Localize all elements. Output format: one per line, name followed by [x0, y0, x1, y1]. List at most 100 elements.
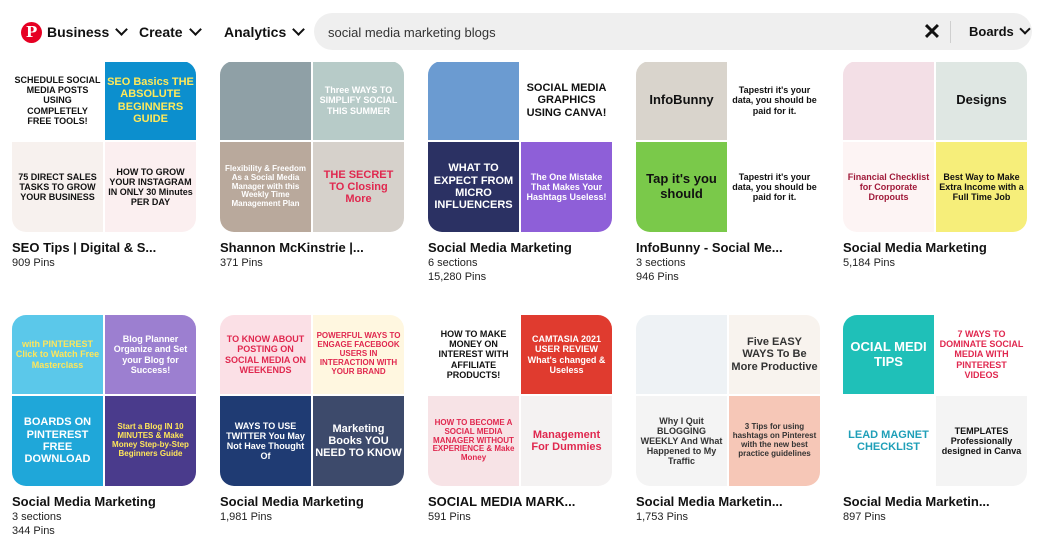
board-cover-pin-image: 3 Tips for using hashtags on Pinterest w…	[729, 396, 820, 486]
board-cover-pin-image: SOCIAL MEDIA GRAPHICS USING CANVA!	[521, 61, 612, 140]
boards-filter-label: Boards	[969, 24, 1014, 39]
board-pin-count: 344 Pins	[12, 525, 55, 537]
board-pin-count: 897 Pins	[843, 511, 886, 523]
analytics-menu-label: Analytics	[224, 24, 287, 40]
board-cover-pin-image: TO KNOW ABOUT POSTING ON SOCIAL MEDIA ON…	[220, 315, 311, 394]
board-cover-pin-image: HOW TO BECOME A SOCIAL MEDIA MANAGER WIT…	[428, 396, 519, 486]
pinterest-logo-icon[interactable]: P	[21, 22, 42, 43]
board-cover-pin-image: Start a Blog IN 10 MINUTES & Make Money …	[105, 396, 196, 486]
board-cover-pin-image: WHAT TO EXPECT FROM MICRO INFLUENCERS	[428, 142, 519, 232]
board-cover[interactable]: Five EASY WAYS To Be More Productive Why …	[636, 315, 820, 486]
board-pin-count: 946 Pins	[636, 271, 679, 283]
board-cover[interactable]: SCHEDULE SOCIAL MEDIA POSTS USING COMPLE…	[12, 61, 196, 232]
board-title[interactable]: Social Media Marketing	[220, 494, 404, 510]
board-cover[interactable]: HOW TO MAKE MONEY ON INTEREST WITH AFFIL…	[428, 315, 612, 486]
board-cover-pin-image: Flexibility & Freedom As a Social Media …	[220, 142, 311, 232]
board-title[interactable]: SOCIAL MEDIA MARK...	[428, 494, 612, 510]
board-section-count: 3 sections	[12, 511, 62, 523]
board-cover-pin-image: WAYS TO USE TWITTER You May Not Have Tho…	[220, 396, 311, 486]
create-menu-label: Create	[139, 24, 183, 40]
board-cover-pin-image: OCIAL MEDI TIPS	[843, 315, 934, 394]
board-cover-pin-image: Marketing Books YOU NEED TO KNOW	[313, 396, 404, 486]
board-title[interactable]: Social Media Marketin...	[636, 494, 820, 510]
board-cover[interactable]: InfoBunny Tapestri it's your data, you sh…	[636, 61, 820, 232]
board-cover[interactable]: Three WAYS TO SIMPLIFY SOCIAL THIS SUMME…	[220, 61, 404, 232]
board-title[interactable]: SEO Tips | Digital & S...	[12, 240, 196, 256]
board-cover-pin-image	[843, 61, 934, 140]
board-title[interactable]: Shannon McKinstrie |...	[220, 240, 404, 256]
board-cover-pin-image: Financial Checklist for Corporate Dropou…	[843, 142, 934, 232]
board-card[interactable]: Designs Financial Checklist for Corporate…	[843, 61, 1027, 270]
analytics-menu-button[interactable]: Analytics	[224, 22, 306, 42]
board-card[interactable]: Three WAYS TO SIMPLIFY SOCIAL THIS SUMME…	[220, 61, 404, 270]
board-cover-pin-image: HOW TO MAKE MONEY ON INTEREST WITH AFFIL…	[428, 315, 519, 394]
board-title[interactable]: Social Media Marketing	[843, 240, 1027, 256]
board-title[interactable]: Social Media Marketing	[12, 494, 196, 510]
board-cover[interactable]: TO KNOW ABOUT POSTING ON SOCIAL MEDIA ON…	[220, 315, 404, 486]
board-section-count: 3 sections	[636, 257, 686, 269]
board-card[interactable]: OCIAL MEDI TIPS 7 WAYS TO DOMINATE SOCIAL…	[843, 315, 1027, 524]
search-input[interactable]	[326, 21, 910, 43]
board-cover-pin-image: TEMPLATES Professionally designed in Can…	[936, 396, 1027, 486]
board-cover-pin-image: InfoBunny	[636, 61, 727, 140]
board-cover[interactable]: SOCIAL MEDIA GRAPHICS USING CANVA! WHAT T…	[428, 61, 612, 232]
top-navigation-bar: P Business Create Analytics ✕ Boards	[0, 0, 1037, 62]
board-card[interactable]: InfoBunny Tapestri it's your data, you sh…	[636, 61, 820, 284]
board-cover-pin-image	[428, 61, 519, 140]
board-pin-count: 15,280 Pins	[428, 271, 487, 283]
board-cover-pin-image: Blog Planner Organize and Set your Blog …	[105, 315, 196, 394]
board-pin-count: 909 Pins	[12, 257, 55, 269]
board-cover-pin-image	[636, 315, 727, 394]
board-cover-pin-image: Best Way to Make Extra Income with a Ful…	[936, 142, 1027, 232]
board-card[interactable]: SOCIAL MEDIA GRAPHICS USING CANVA! WHAT T…	[428, 61, 612, 284]
board-title[interactable]: Social Media Marketin...	[843, 494, 1027, 510]
board-pin-count: 1,981 Pins	[220, 511, 272, 523]
search-bar: ✕ Boards	[314, 13, 1032, 50]
chevron-down-icon	[1019, 23, 1031, 35]
board-cover-pin-image	[220, 61, 311, 140]
board-card[interactable]: HOW TO MAKE MONEY ON INTEREST WITH AFFIL…	[428, 315, 612, 524]
board-cover[interactable]: OCIAL MEDI TIPS 7 WAYS TO DOMINATE SOCIAL…	[843, 315, 1027, 486]
board-cover-pin-image: CAMTASIA 2021 USER REVIEW What's changed…	[521, 315, 612, 394]
search-divider	[950, 21, 951, 43]
board-section-count: 6 sections	[428, 257, 478, 269]
business-menu-button[interactable]: Business	[47, 22, 129, 42]
board-cover[interactable]: Designs Financial Checklist for Corporate…	[843, 61, 1027, 232]
board-cover-pin-image: THE SECRET TO Closing More	[313, 142, 404, 232]
board-cover-pin-image: 7 WAYS TO DOMINATE SOCIAL MEDIA WITH PIN…	[936, 315, 1027, 394]
board-cover-pin-image: Tapestri it's your data, you should be p…	[729, 142, 820, 232]
board-pin-count: 5,184 Pins	[843, 257, 895, 269]
chevron-down-icon	[115, 23, 129, 36]
boards-filter-dropdown[interactable]: Boards	[969, 22, 1031, 42]
board-cover-pin-image: Why I Quit BLOGGING WEEKLY And What Happ…	[636, 396, 727, 486]
board-cover-pin-image: 75 DIRECT SALES TASKS TO GROW YOUR BUSIN…	[12, 142, 103, 232]
clear-search-icon[interactable]: ✕	[920, 20, 944, 44]
board-cover-pin-image: Five EASY WAYS To Be More Productive	[729, 315, 820, 394]
board-cover-pin-image: Tapestri it's your data, you should be p…	[729, 61, 820, 140]
board-pin-count: 1,753 Pins	[636, 511, 688, 523]
board-pin-count: 591 Pins	[428, 511, 471, 523]
board-card[interactable]: with PINTEREST Click to Watch Free Maste…	[12, 315, 196, 538]
board-cover[interactable]: with PINTEREST Click to Watch Free Maste…	[12, 315, 196, 486]
board-card[interactable]: TO KNOW ABOUT POSTING ON SOCIAL MEDIA ON…	[220, 315, 404, 524]
board-cover-pin-image: Three WAYS TO SIMPLIFY SOCIAL THIS SUMME…	[313, 61, 404, 140]
board-pin-count: 371 Pins	[220, 257, 263, 269]
board-cover-pin-image: Tap it's you should	[636, 142, 727, 232]
business-menu-label: Business	[47, 24, 110, 40]
board-cover-pin-image: SEO Basics THE ABSOLUTE BEGINNERS GUIDE	[105, 61, 196, 140]
board-cover-pin-image: with PINTEREST Click to Watch Free Maste…	[12, 315, 103, 394]
board-title[interactable]: InfoBunny - Social Me...	[636, 240, 820, 256]
board-card[interactable]: SCHEDULE SOCIAL MEDIA POSTS USING COMPLE…	[12, 61, 196, 270]
board-card[interactable]: Five EASY WAYS To Be More Productive Why …	[636, 315, 820, 524]
board-cover-pin-image: Management For Dummies	[521, 396, 612, 486]
board-cover-pin-image: The One Mistake That Makes Your Hashtags…	[521, 142, 612, 232]
board-cover-pin-image: SCHEDULE SOCIAL MEDIA POSTS USING COMPLE…	[12, 61, 103, 140]
chevron-down-icon	[292, 23, 306, 36]
create-menu-button[interactable]: Create	[139, 22, 202, 42]
board-cover-pin-image: Designs	[936, 61, 1027, 140]
board-title[interactable]: Social Media Marketing	[428, 240, 612, 256]
board-cover-pin-image: HOW TO GROW YOUR INSTAGRAM IN ONLY 30 Mi…	[105, 142, 196, 232]
board-cover-pin-image: BOARDS ON PINTEREST FREE DOWNLOAD	[12, 396, 103, 486]
board-cover-pin-image: LEAD MAGNET CHECKLIST	[843, 396, 934, 486]
board-cover-pin-image: POWERFUL WAYS TO ENGAGE FACEBOOK USERS I…	[313, 315, 404, 394]
